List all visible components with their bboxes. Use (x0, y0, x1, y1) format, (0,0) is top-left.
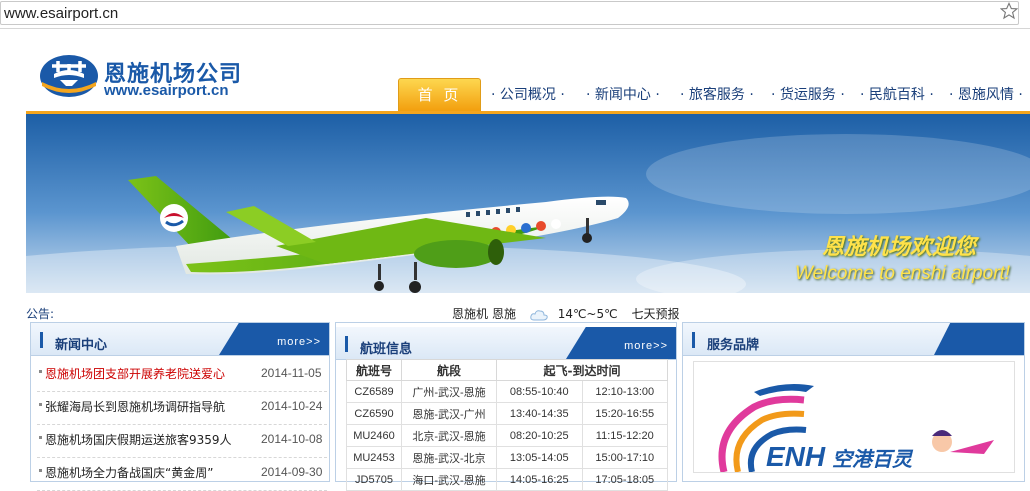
flight-no: CZ6589 (346, 380, 402, 403)
flight-dep-time: 08:55-10:40 (496, 380, 583, 403)
flight-no: JD5705 (346, 468, 402, 491)
url-field[interactable]: www.esairport.cn (0, 1, 1019, 25)
news-item-title[interactable]: 恩施机场全力备战国庆“黄金周” (45, 464, 213, 481)
flight-row[interactable]: JD5705 海口-武汉-恩施 14:05-16:25 17:05-18:05 (346, 468, 668, 491)
flight-route: 恩施-武汉-北京 (401, 446, 497, 469)
url-text: www.esairport.cn (4, 5, 119, 22)
flight-route: 恩施-武汉-广州 (401, 402, 497, 425)
news-item[interactable]: 恩施机场全力备战国庆“黄金周” 2014-09-30 (37, 458, 327, 491)
flight-arr-time: 11:15-12:20 (581, 424, 668, 447)
brand-title-bar (692, 332, 695, 348)
flight-table-header: 航班号 航段 起飞-到达时间 (346, 359, 668, 381)
nav-cargo-service[interactable]: · 货运服务 · (771, 84, 845, 104)
flight-row[interactable]: CZ6590 恩施-武汉-广州 13:40-14:35 15:20-16:55 (346, 402, 668, 425)
flight-more-link[interactable]: more>> (624, 340, 668, 352)
news-item-date: 2014-10-24 (261, 399, 323, 413)
col-flight-no: 航班号 (346, 359, 402, 381)
flight-info-panel: 航班信息 more>> 航班号 航段 起飞-到达时间 CZ6589 广州-武汉-… (335, 322, 677, 491)
cloud-icon (530, 309, 548, 320)
browser-address-bar: www.esairport.cn (0, 0, 1030, 29)
news-list: 恩施机场团支部开展养老院送爱心 2014-11-05 张耀海局长到恩施机场调研指… (37, 359, 327, 491)
news-item-title[interactable]: 恩施机场国庆假期运送旅客9359人 (45, 431, 232, 448)
flight-route: 海口-武汉-恩施 (401, 468, 497, 491)
flight-row[interactable]: MU2460 北京-武汉-恩施 08:20-10:25 11:15-12:20 (346, 424, 668, 447)
company-url[interactable]: www.esairport.cn (104, 82, 228, 99)
flight-route: 北京-武汉-恩施 (401, 424, 497, 447)
news-item-title[interactable]: 恩施机场团支部开展养老院送爱心 (45, 365, 225, 382)
brand-logo-text: ENH (766, 441, 826, 472)
flight-row[interactable]: CZ6589 广州-武汉-恩施 08:55-10:40 12:10-13:00 (346, 380, 668, 403)
nav-home[interactable]: 首 页 (398, 78, 481, 112)
bookmark-star-icon[interactable] (1000, 2, 1018, 20)
brand-panel-header: 服务品牌 (683, 323, 1024, 356)
flight-panel-header: 航班信息 more>> (336, 327, 676, 360)
news-item[interactable]: 恩施机场国庆假期运送旅客9359人 2014-10-08 (37, 425, 327, 458)
col-times: 起飞-到达时间 (496, 359, 668, 381)
nav-passenger-service[interactable]: · 旅客服务 · (680, 84, 754, 104)
col-route: 航段 (401, 359, 497, 381)
service-brand-panel: 服务品牌 ENH 空港百灵 (682, 322, 1025, 482)
brand-header-accent (934, 323, 1024, 355)
weather-city: 恩施 (492, 307, 517, 321)
flight-arr-time: 12:10-13:00 (581, 380, 668, 403)
news-panel-title: 新闻中心 (55, 338, 108, 353)
banner-caption-cn: 恩施机场欢迎您 (822, 235, 977, 260)
news-item[interactable]: 恩施机场团支部开展养老院送爱心 2014-11-05 (37, 359, 327, 392)
flight-arr-time: 15:20-16:55 (581, 402, 668, 425)
notice-label: 公告: (26, 307, 55, 321)
nav-enshi-scenery[interactable]: · 恩施风情 · (949, 84, 1023, 104)
flight-no: MU2453 (346, 446, 402, 469)
bullet (39, 436, 42, 439)
weather-city-prefix: 恩施机 (452, 307, 489, 321)
flight-arr-time: 17:05-18:05 (581, 468, 668, 491)
news-item-date: 2014-11-05 (261, 366, 322, 380)
news-item-date: 2014-10-08 (261, 432, 323, 446)
flight-route: 广州-武汉-恩施 (401, 380, 497, 403)
flight-dep-time: 08:20-10:25 (496, 424, 583, 447)
weather-widget[interactable]: 恩施机 恩施 14℃~5℃ 七天预报 (452, 305, 683, 322)
nav-company-overview[interactable]: · 公司概况 · (491, 84, 565, 104)
banner-caption-en: Welcome to enshi airport! (795, 263, 1011, 284)
news-item[interactable]: 张耀海局长到恩施机场调研指导航 2014-10-24 (37, 392, 327, 425)
flight-dep-time: 13:05-14:05 (496, 446, 583, 469)
bullet (39, 370, 42, 373)
news-more-link[interactable]: more>> (277, 336, 321, 348)
flight-table: 航班号 航段 起飞-到达时间 CZ6589 广州-武汉-恩施 08:55-10:… (346, 359, 668, 491)
flight-arr-time: 15:00-17:10 (581, 446, 668, 469)
flight-dep-time: 13:40-14:35 (496, 402, 583, 425)
brand-panel-title: 服务品牌 (707, 338, 760, 353)
news-item-date: 2014-09-30 (261, 465, 323, 479)
news-panel: 新闻中心 more>> 恩施机场团支部开展养老院送爱心 2014-11-05 张… (30, 322, 330, 491)
flight-dep-time: 14:05-16:25 (496, 468, 583, 491)
news-item-title[interactable]: 张耀海局长到恩施机场调研指导航 (45, 398, 225, 415)
flight-row[interactable]: MU2453 恩施-武汉-北京 13:05-14:05 15:00-17:10 (346, 446, 668, 469)
brand-slogan-text: 空港百灵 (832, 447, 914, 471)
flight-no: MU2460 (346, 424, 402, 447)
flight-title-bar (345, 336, 348, 352)
nav-aviation-encyclopedia[interactable]: · 民航百科 · (860, 84, 934, 104)
bullet (39, 403, 42, 406)
brand-logo-icon: ENH 空港百灵 (694, 362, 1014, 472)
weather-temp: 14℃~5℃ (557, 307, 618, 321)
bullet (39, 469, 42, 472)
flight-panel-title: 航班信息 (360, 342, 413, 357)
nav-news-center[interactable]: · 新闻中心 · (586, 84, 660, 104)
weather-forecast-link[interactable]: 七天预报 (631, 307, 679, 321)
news-title-bar (40, 332, 43, 348)
news-panel-header: 新闻中心 more>> (31, 323, 329, 356)
flight-no: CZ6590 (346, 402, 402, 425)
service-brand-image[interactable]: ENH 空港百灵 (693, 361, 1015, 473)
airport-logo-icon[interactable] (38, 52, 100, 98)
